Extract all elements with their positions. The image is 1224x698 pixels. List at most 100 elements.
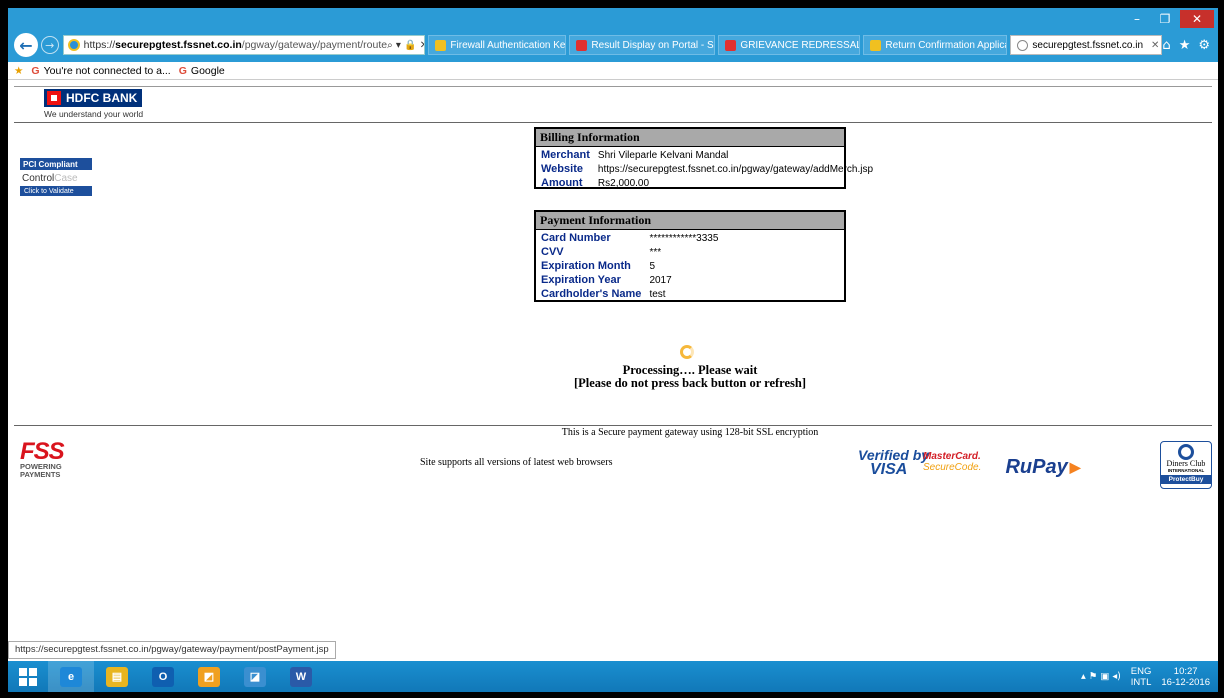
favorites-star-icon[interactable]: ★: [14, 65, 23, 77]
tray-icons[interactable]: ▴ ⚑ ▣ ◂): [1081, 671, 1121, 682]
title-bar: – ❐ ✕ ← → https:// securepgtest.fssnet.c…: [8, 8, 1218, 62]
url-domain: securepgtest.fssnet.co.in: [115, 39, 242, 51]
tab-label: securepgtest.fssnet.co.in: [1032, 39, 1144, 51]
clock[interactable]: 10:27 16-12-2016: [1161, 666, 1210, 688]
pci-badge-case: Case: [54, 172, 78, 184]
language-code: ENG: [1130, 665, 1152, 677]
tab-strip: Firewall Authentication Keepa... Result D…: [425, 35, 1163, 55]
rupay-text: RuPay: [1005, 455, 1068, 478]
favorites-bar: ★ G You're not connected to a... G Googl…: [8, 62, 1218, 80]
pci-badge-control: Control: [22, 172, 55, 184]
close-window-button[interactable]: ✕: [1180, 10, 1214, 28]
status-bar-url: https://securepgtest.fssnet.co.in/pgway/…: [8, 641, 336, 659]
browser-window: – ❐ ✕ ← → https:// securepgtest.fssnet.c…: [8, 8, 1218, 692]
billing-value: https://securepgtest.fssnet.co.in/pgway/…: [597, 163, 874, 175]
billing-information-box: Billing Information Merchant Shri Vilepar…: [534, 127, 873, 189]
payment-value: 2017: [649, 274, 672, 286]
tab-label: Firewall Authentication Keepa...: [450, 39, 566, 51]
taskbar-app-explorer[interactable]: ▤: [94, 661, 140, 692]
billing-title: Billing Information: [536, 129, 844, 147]
favorite-link-google[interactable]: Google: [191, 65, 225, 77]
url-path: /pgway/gateway/payment/route: [241, 39, 388, 51]
favorite-link-connection[interactable]: You're not connected to a...: [44, 65, 171, 77]
taskbar-app-ie[interactable]: e: [48, 661, 94, 692]
taskbar-app-app5[interactable]: ◪: [232, 661, 278, 692]
billing-table: Merchant Shri Vileparle Kelvani Mandal Web…: [539, 148, 875, 190]
start-button[interactable]: [8, 661, 48, 692]
language-indicator[interactable]: ENG INTL: [1131, 666, 1152, 688]
payment-value: ************3335: [649, 232, 719, 244]
outlook-icon: O: [152, 666, 174, 687]
billing-value: Shri Vileparle Kelvani Mandal: [597, 149, 729, 161]
diners-circle-icon: [1178, 444, 1194, 460]
payment-value: 5: [649, 260, 655, 272]
billing-value: Rs2,000.00: [597, 177, 650, 189]
nav-row: ← → https:// securepgtest.fssnet.co.in /…: [8, 32, 1218, 58]
language-layout: INTL: [1130, 676, 1152, 688]
fss-logo: FSS POWERING PAYMENTS: [20, 440, 84, 479]
tab-favicon-icon: [576, 39, 588, 51]
address-bar[interactable]: https:// securepgtest.fssnet.co.in /pgwa…: [62, 35, 426, 55]
tab-label: Result Display on Portal - SAP...: [591, 39, 714, 51]
home-icon[interactable]: ⌂: [1162, 38, 1170, 53]
pci-badge-mid: Control Case: [20, 170, 92, 186]
ie-icon: e: [60, 666, 82, 687]
billing-label: Website: [541, 163, 583, 175]
securecode-text: SecureCode.: [923, 462, 982, 473]
address-bar-icons[interactable]: ⌕ ▾ 🔒 ✕: [387, 40, 424, 51]
payment-title: Payment Information: [536, 212, 844, 230]
payment-row: Expiration Month 5: [539, 259, 720, 273]
restore-button[interactable]: ❐: [1152, 10, 1178, 28]
gear-icon[interactable]: ⚙: [1198, 38, 1210, 53]
rupay-arrow-icon: ▶: [1069, 458, 1081, 475]
mastercard-text: MasterCard.: [923, 451, 981, 462]
clock-date: 16-12-2016: [1161, 676, 1210, 688]
hdfc-logo: HDFC BANK: [44, 89, 142, 107]
processing-message: Processing…. Please wait [Please do not …: [428, 364, 952, 390]
loading-spinner-icon: [680, 345, 694, 359]
payment-label: Card Number: [541, 232, 611, 244]
tab-label: Return Confirmation Applicat...: [885, 39, 1006, 51]
bank-name: HDFC BANK: [66, 91, 138, 105]
taskbar-app-outlook[interactable]: O: [140, 661, 186, 692]
browser-tab-4[interactable]: securepgtest.fssnet.co.in ✕: [1010, 35, 1163, 55]
ie-page-icon: [67, 39, 80, 51]
pci-badge-validate: Click to Validate: [20, 186, 92, 196]
payment-row: Card Number ************3335: [539, 231, 720, 245]
browser-tab-0[interactable]: Firewall Authentication Keepa...: [428, 35, 567, 55]
forward-button[interactable]: →: [40, 36, 59, 54]
billing-label: Merchant: [541, 149, 590, 161]
favorites-star-icon[interactable]: ★: [1179, 38, 1191, 53]
tab-close-icon[interactable]: ✕: [1151, 40, 1159, 51]
system-tray: ▴ ⚑ ▣ ◂) ENG INTL 10:27 16-12-2016: [1081, 666, 1218, 688]
taskbar-apps: e ▤ O ◩ ◪ W: [48, 661, 324, 692]
footer-rule: [14, 425, 1212, 426]
payment-label: CVV: [541, 246, 564, 258]
payment-row: Expiration Year 2017: [539, 273, 720, 287]
browser-support-notice: Site supports all versions of latest web…: [420, 457, 613, 468]
payment-label: Expiration Month: [541, 260, 631, 272]
browser-tab-2[interactable]: GRIEVANCE REDRESSAL: [718, 35, 861, 55]
page-content: HDFC BANK We understand your world PCI C…: [8, 81, 1218, 661]
google-icon: G: [178, 64, 187, 77]
back-button[interactable]: ←: [14, 33, 38, 57]
minimize-button[interactable]: –: [1124, 10, 1150, 28]
url-protocol: https://: [83, 39, 116, 51]
billing-row: Amount Rs2,000.00: [539, 176, 875, 190]
tab-favicon-icon: [870, 39, 882, 51]
tab-favicon-icon: [435, 39, 447, 51]
tab-label: GRIEVANCE REDRESSAL: [740, 39, 861, 51]
tab-favicon-icon: [725, 39, 737, 51]
diners-intl: INTERNATIONAL: [1167, 468, 1205, 473]
windows-logo-icon: [19, 667, 37, 686]
taskbar-app-word[interactable]: W: [278, 661, 324, 692]
browser-tab-3[interactable]: Return Confirmation Applicat...: [863, 35, 1008, 55]
payment-row: Cardholder's Name test: [539, 287, 720, 301]
taskbar: e ▤ O ◩ ◪ W ▴ ⚑ ▣ ◂) ENG INTL 10:27 16-12-201…: [8, 661, 1218, 692]
bank-tagline: We understand your world: [44, 109, 144, 119]
browser-tab-1[interactable]: Result Display on Portal - SAP...: [569, 35, 716, 55]
taskbar-app-app4[interactable]: ◩: [186, 661, 232, 692]
rupay-logo: RuPay ▶: [990, 453, 1096, 481]
pci-compliant-badge[interactable]: PCI Compliant Control Case Click to Valid…: [20, 158, 92, 198]
payment-value: test: [649, 288, 666, 300]
